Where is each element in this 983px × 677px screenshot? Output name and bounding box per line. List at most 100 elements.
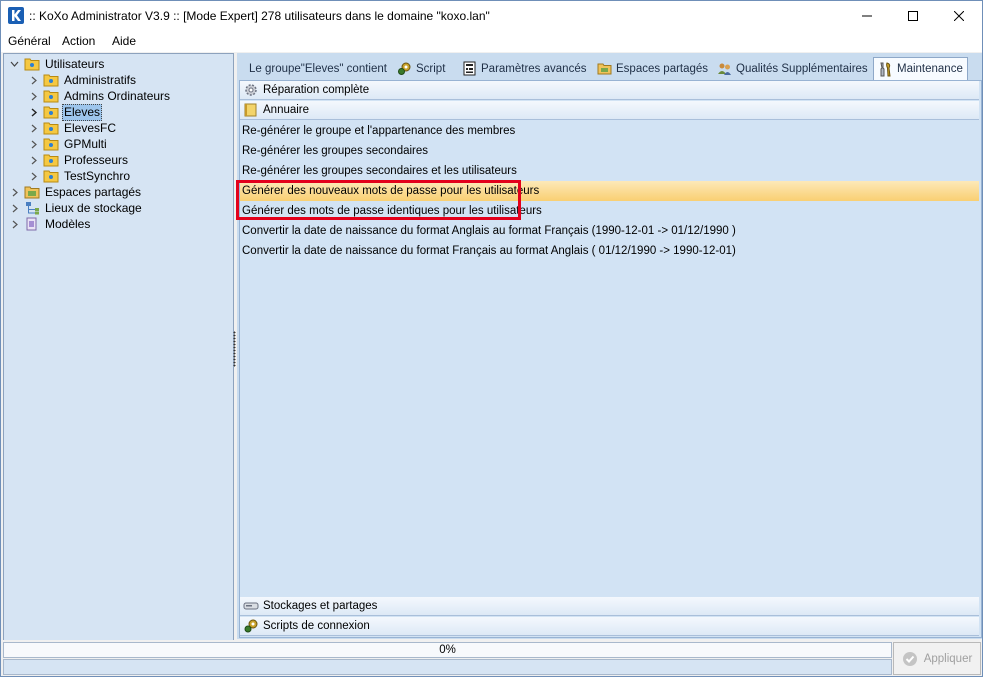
storage-tree-icon (26, 202, 39, 215)
tree-item-elevesfc[interactable]: ElevesFC (28, 120, 118, 136)
action-label: Re-générer les groupes secondaires (242, 145, 429, 157)
chevron-right-icon[interactable] (28, 107, 38, 117)
action-convert-date-en-to-fr[interactable]: Convertir la date de naissance du format… (240, 221, 979, 241)
check-icon (902, 651, 917, 666)
tab-label: Le groupe"Eleves" contient (249, 62, 387, 75)
action-regenerate-secondary-groups-and-users[interactable]: Re-générer les groupes secondaires et le… (240, 161, 979, 181)
maximize-icon (908, 11, 918, 21)
tab-script[interactable]: Script (397, 58, 445, 79)
tools-icon (880, 61, 891, 76)
tree-item-testsynchro[interactable]: TestSynchro (28, 168, 132, 184)
apply-label: Appliquer (923, 652, 973, 665)
action-label: Re-générer le groupe et l'appartenance d… (242, 125, 516, 137)
tab-advanced-settings[interactable]: Paramètres avancés (462, 58, 586, 79)
shared-folder-icon (24, 186, 40, 199)
tree-label-utilisateurs: Utilisateurs (45, 56, 105, 71)
settings-sheet-icon (463, 61, 476, 76)
tree-label-elevesfc: ElevesFC (64, 120, 117, 135)
tab-maintenance[interactable]: Maintenance (873, 57, 968, 80)
chevron-right-icon[interactable] (28, 75, 38, 85)
book-icon (244, 103, 257, 117)
chevron-right-icon[interactable] (28, 155, 38, 165)
tree-label-eleves: Eleves (62, 103, 103, 121)
tab-label: Paramètres avancés (481, 62, 587, 75)
section-title: Stockages et partages (263, 600, 378, 612)
panel-splitter[interactable] (233, 331, 236, 367)
shared-folder-icon (597, 63, 612, 75)
tree-label-admins-ordinateurs: Admins Ordinateurs (64, 88, 171, 103)
section-title: Scripts de connexion (263, 620, 370, 632)
folder-group-icon (43, 74, 59, 87)
tree-label-testsynchro: TestSynchro (64, 168, 131, 183)
chevron-right-icon[interactable] (9, 187, 19, 197)
menu-action[interactable]: Action (62, 34, 95, 48)
tree-item-professeurs[interactable]: Professeurs (28, 152, 130, 168)
folder-group-icon (43, 170, 59, 183)
section-storage[interactable]: Stockages et partages (240, 597, 979, 616)
tree-label-modeles: Modèles (45, 216, 91, 231)
maintenance-content: Réparation complète Annuaire Re-générer … (239, 80, 982, 638)
koxo-logo-icon (8, 7, 24, 24)
navigation-tree: Utilisateurs Administratifs Admins Ordin… (3, 53, 234, 641)
tab-label: Qualités Supplémentaires (736, 62, 868, 75)
detail-panel: Le groupe"Eleves" contient Script Paramè… (237, 53, 982, 639)
section-repair[interactable]: Réparation complète (240, 81, 979, 100)
tree-label-gpmulti: GPMulti (64, 136, 107, 151)
tab-shared-spaces[interactable]: Espaces partagés (597, 58, 708, 79)
tab-label: Espaces partagés (616, 62, 709, 75)
tree-item-utilisateurs[interactable]: Utilisateurs (9, 56, 106, 72)
action-regenerate-secondary-groups[interactable]: Re-générer les groupes secondaires (240, 141, 979, 161)
tab-label: Maintenance (897, 63, 963, 75)
action-label: Convertir la date de naissance du format… (242, 245, 736, 257)
tab-extra-qualities[interactable]: Qualités Supplémentaires (717, 58, 868, 79)
tab-label: Script (416, 62, 446, 75)
tab-strip: Le groupe"Eleves" contient Script Paramè… (237, 57, 982, 80)
title-bar: :: KoXo Administrator V3.9 :: [Mode Expe… (1, 1, 982, 31)
minimize-button[interactable] (844, 1, 890, 31)
tree-item-gpmulti[interactable]: GPMulti (28, 136, 109, 152)
progress-text: 0% (439, 644, 456, 656)
gear-script-icon (244, 619, 258, 633)
folder-group-icon (43, 90, 59, 103)
gear-script-icon (398, 62, 411, 75)
tree-label-lieux-de-stockage: Lieux de stockage (45, 200, 142, 215)
tree-item-eleves[interactable]: Eleves (28, 103, 103, 121)
chevron-down-icon[interactable] (9, 59, 19, 69)
folder-group-icon (43, 106, 59, 119)
action-convert-date-fr-to-en[interactable]: Convertir la date de naissance du format… (240, 241, 979, 261)
tree-item-modeles[interactable]: Modèles (9, 216, 92, 232)
chevron-right-icon[interactable] (28, 171, 38, 181)
drive-icon (243, 602, 259, 610)
folder-group-icon (43, 154, 59, 167)
chevron-right-icon[interactable] (28, 91, 38, 101)
close-button[interactable] (936, 1, 982, 31)
tree-item-espaces-partages[interactable]: Espaces partagés (9, 184, 143, 200)
section-directory[interactable]: Annuaire (240, 101, 979, 120)
status-bar: 0% Appliquer (1, 640, 982, 676)
maximize-button[interactable] (890, 1, 936, 31)
folder-group-icon (24, 58, 40, 71)
tree-item-admins-ordinateurs[interactable]: Admins Ordinateurs (28, 88, 172, 104)
tree-label-administratifs: Administratifs (64, 72, 137, 87)
menu-general[interactable]: Général (8, 34, 51, 48)
chevron-right-icon[interactable] (9, 219, 19, 229)
chevron-right-icon[interactable] (28, 123, 38, 133)
tree-item-lieux-de-stockage[interactable]: Lieux de stockage (9, 200, 144, 216)
progress-bar: 0% (3, 642, 892, 658)
section-login-scripts[interactable]: Scripts de connexion (240, 617, 979, 636)
close-icon (954, 11, 964, 21)
menu-aide[interactable]: Aide (112, 34, 136, 48)
templates-icon (26, 217, 37, 231)
chevron-right-icon[interactable] (9, 203, 19, 213)
tab-group-contents[interactable]: Le groupe"Eleves" contient (249, 58, 387, 79)
tree-item-administratifs[interactable]: Administratifs (28, 72, 138, 88)
apply-button[interactable]: Appliquer (893, 642, 981, 675)
highlight-annotation (236, 180, 521, 220)
action-regenerate-group-membership[interactable]: Re-générer le groupe et l'appartenance d… (240, 121, 979, 141)
main-window: :: KoXo Administrator V3.9 :: [Mode Expe… (0, 0, 983, 677)
users-icon (718, 63, 731, 75)
minimize-icon (862, 15, 872, 17)
chevron-right-icon[interactable] (28, 139, 38, 149)
action-label: Re-générer les groupes secondaires et le… (242, 165, 517, 177)
section-title: Annuaire (263, 104, 310, 116)
